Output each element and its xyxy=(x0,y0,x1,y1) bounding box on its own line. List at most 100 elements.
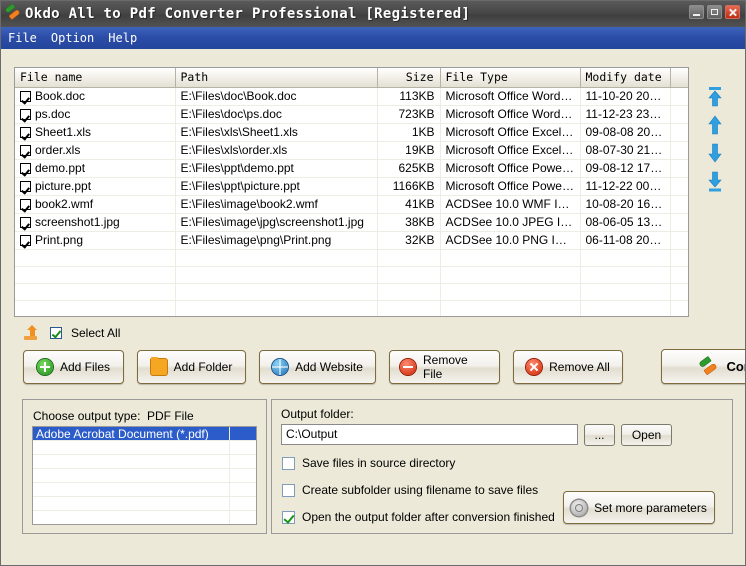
globe-icon xyxy=(272,359,288,375)
open-output-folder-label: Open the output folder after conversion … xyxy=(302,510,555,524)
create-subfolder-label: Create subfolder using filename to save … xyxy=(302,483,538,497)
column-header-file-name[interactable]: File name xyxy=(15,68,175,87)
close-button[interactable] xyxy=(725,5,740,19)
cell-file-name[interactable]: book2.wmf xyxy=(15,195,175,213)
column-header-path[interactable]: Path xyxy=(175,68,377,87)
maximize-button[interactable] xyxy=(707,5,722,19)
cell-path: E:\Files\image\png\Print.png xyxy=(175,231,377,249)
output-type-option-0[interactable]: Adobe Acrobat Document (*.pdf) xyxy=(33,427,256,441)
open-output-folder-checkbox[interactable] xyxy=(282,511,295,524)
output-folder-input[interactable]: C:\Output xyxy=(281,424,578,445)
output-type-option-blank[interactable] xyxy=(33,511,256,525)
move-to-top-button[interactable] xyxy=(703,85,727,109)
output-type-option-blank[interactable] xyxy=(33,469,256,483)
row-checkbox[interactable] xyxy=(20,91,31,102)
add-files-label: Add Files xyxy=(60,360,110,374)
file-name-text: Sheet1.xls xyxy=(35,125,91,139)
cell-file-name[interactable]: demo.ppt xyxy=(15,159,175,177)
add-website-button[interactable]: Add Website xyxy=(259,350,376,384)
cell-file-type: Microsoft Office Word 9... xyxy=(440,105,580,123)
table-row[interactable]: Book.docE:\Files\doc\Book.doc113KBMicros… xyxy=(15,87,688,105)
cell-modify-date: 11-12-22 00:43 xyxy=(580,177,670,195)
column-header-extra[interactable] xyxy=(670,68,688,87)
add-files-button[interactable]: Add Files xyxy=(23,350,124,384)
move-down-button[interactable] xyxy=(703,141,727,165)
move-down-arrow-icon xyxy=(703,141,727,165)
file-name-text: ps.doc xyxy=(35,107,70,121)
row-checkbox[interactable] xyxy=(20,181,31,192)
window-title: Okdo All to Pdf Converter Professional [… xyxy=(25,6,470,22)
cell-file-name[interactable]: Book.doc xyxy=(15,87,175,105)
output-type-group: Choose output type: PDF File Adobe Acrob… xyxy=(22,399,267,534)
move-up-button[interactable] xyxy=(703,113,727,137)
cell-extra xyxy=(670,123,688,141)
row-checkbox[interactable] xyxy=(20,109,31,120)
cell-size: 113KB xyxy=(377,87,440,105)
table-row[interactable]: book2.wmfE:\Files\image\book2.wmf41KBACD… xyxy=(15,195,688,213)
cell-extra xyxy=(670,177,688,195)
output-type-option-blank[interactable] xyxy=(33,441,256,455)
output-type-option-blank[interactable] xyxy=(33,497,256,511)
browse-folder-button[interactable]: ... xyxy=(584,424,615,446)
output-type-option-blank[interactable] xyxy=(33,455,256,469)
file-table: File name Path Size File Type Modify dat… xyxy=(15,68,689,317)
file-name-text: screenshot1.jpg xyxy=(35,215,120,229)
remove-all-icon xyxy=(526,359,542,375)
cell-file-type: Microsoft Office Word 9... xyxy=(440,87,580,105)
table-row-empty xyxy=(15,283,688,300)
cell-file-name[interactable]: Print.png xyxy=(15,231,175,249)
output-type-listbox[interactable]: Adobe Acrobat Document (*.pdf) xyxy=(32,426,257,525)
cell-file-name[interactable]: picture.ppt xyxy=(15,177,175,195)
table-row[interactable]: Sheet1.xlsE:\Files\xls\Sheet1.xls1KBMicr… xyxy=(15,123,688,141)
row-checkbox[interactable] xyxy=(20,127,31,138)
row-checkbox[interactable] xyxy=(20,235,31,246)
select-all-checkbox[interactable] xyxy=(50,327,62,339)
cell-file-name[interactable]: Sheet1.xls xyxy=(15,123,175,141)
action-button-row: Add Files Add Folder Add Website Remove … xyxy=(23,349,746,384)
application-window: Okdo All to Pdf Converter Professional [… xyxy=(0,0,746,566)
cell-path: E:\Files\doc\Book.doc xyxy=(175,87,377,105)
table-row[interactable]: Print.pngE:\Files\image\png\Print.png32K… xyxy=(15,231,688,249)
cell-size: 625KB xyxy=(377,159,440,177)
menu-item-file[interactable]: File xyxy=(8,29,45,47)
remove-all-button[interactable]: Remove All xyxy=(513,350,623,384)
create-subfolder-checkbox[interactable] xyxy=(282,484,295,497)
cell-size: 38KB xyxy=(377,213,440,231)
file-name-text: Print.png xyxy=(35,233,83,247)
add-folder-button[interactable]: Add Folder xyxy=(137,350,246,384)
file-name-text: order.xls xyxy=(35,143,80,157)
move-up-folder-icon[interactable] xyxy=(23,325,41,341)
table-row[interactable]: demo.pptE:\Files\ppt\demo.ppt625KBMicros… xyxy=(15,159,688,177)
set-more-parameters-button[interactable]: Set more parameters xyxy=(563,491,715,524)
column-header-file-type[interactable]: File Type xyxy=(440,68,580,87)
table-row[interactable]: ps.docE:\Files\doc\ps.doc723KBMicrosoft … xyxy=(15,105,688,123)
save-in-source-checkbox[interactable] xyxy=(282,457,295,470)
row-checkbox[interactable] xyxy=(20,163,31,174)
cell-file-name[interactable]: screenshot1.jpg xyxy=(15,213,175,231)
row-checkbox[interactable] xyxy=(20,145,31,156)
cell-file-name[interactable]: ps.doc xyxy=(15,105,175,123)
table-row[interactable]: order.xlsE:\Files\xls\order.xls19KBMicro… xyxy=(15,141,688,159)
cell-size: 723KB xyxy=(377,105,440,123)
table-row-empty xyxy=(15,266,688,283)
cell-path: E:\Files\xls\order.xls xyxy=(175,141,377,159)
menu-item-help[interactable]: Help xyxy=(108,29,145,47)
file-list[interactable]: File name Path Size File Type Modify dat… xyxy=(14,67,689,317)
minimize-button[interactable] xyxy=(689,5,704,19)
remove-file-button[interactable]: Remove File xyxy=(389,350,500,384)
open-folder-button[interactable]: Open xyxy=(621,424,672,446)
table-row-empty xyxy=(15,249,688,266)
menu-item-option[interactable]: Option xyxy=(51,29,102,47)
column-header-size[interactable]: Size xyxy=(377,68,440,87)
row-checkbox[interactable] xyxy=(20,217,31,228)
row-checkbox[interactable] xyxy=(20,199,31,210)
table-row[interactable]: picture.pptE:\Files\ppt\picture.ppt1166K… xyxy=(15,177,688,195)
column-header-modify-date[interactable]: Modify date xyxy=(580,68,670,87)
convert-button[interactable]: Convert xyxy=(661,349,746,384)
cell-size: 1KB xyxy=(377,123,440,141)
cell-file-name[interactable]: order.xls xyxy=(15,141,175,159)
output-type-option-blank[interactable] xyxy=(33,483,256,497)
move-to-bottom-button[interactable] xyxy=(703,169,727,193)
table-row[interactable]: screenshot1.jpgE:\Files\image\jpg\screen… xyxy=(15,213,688,231)
title-bar: Okdo All to Pdf Converter Professional [… xyxy=(1,1,745,27)
